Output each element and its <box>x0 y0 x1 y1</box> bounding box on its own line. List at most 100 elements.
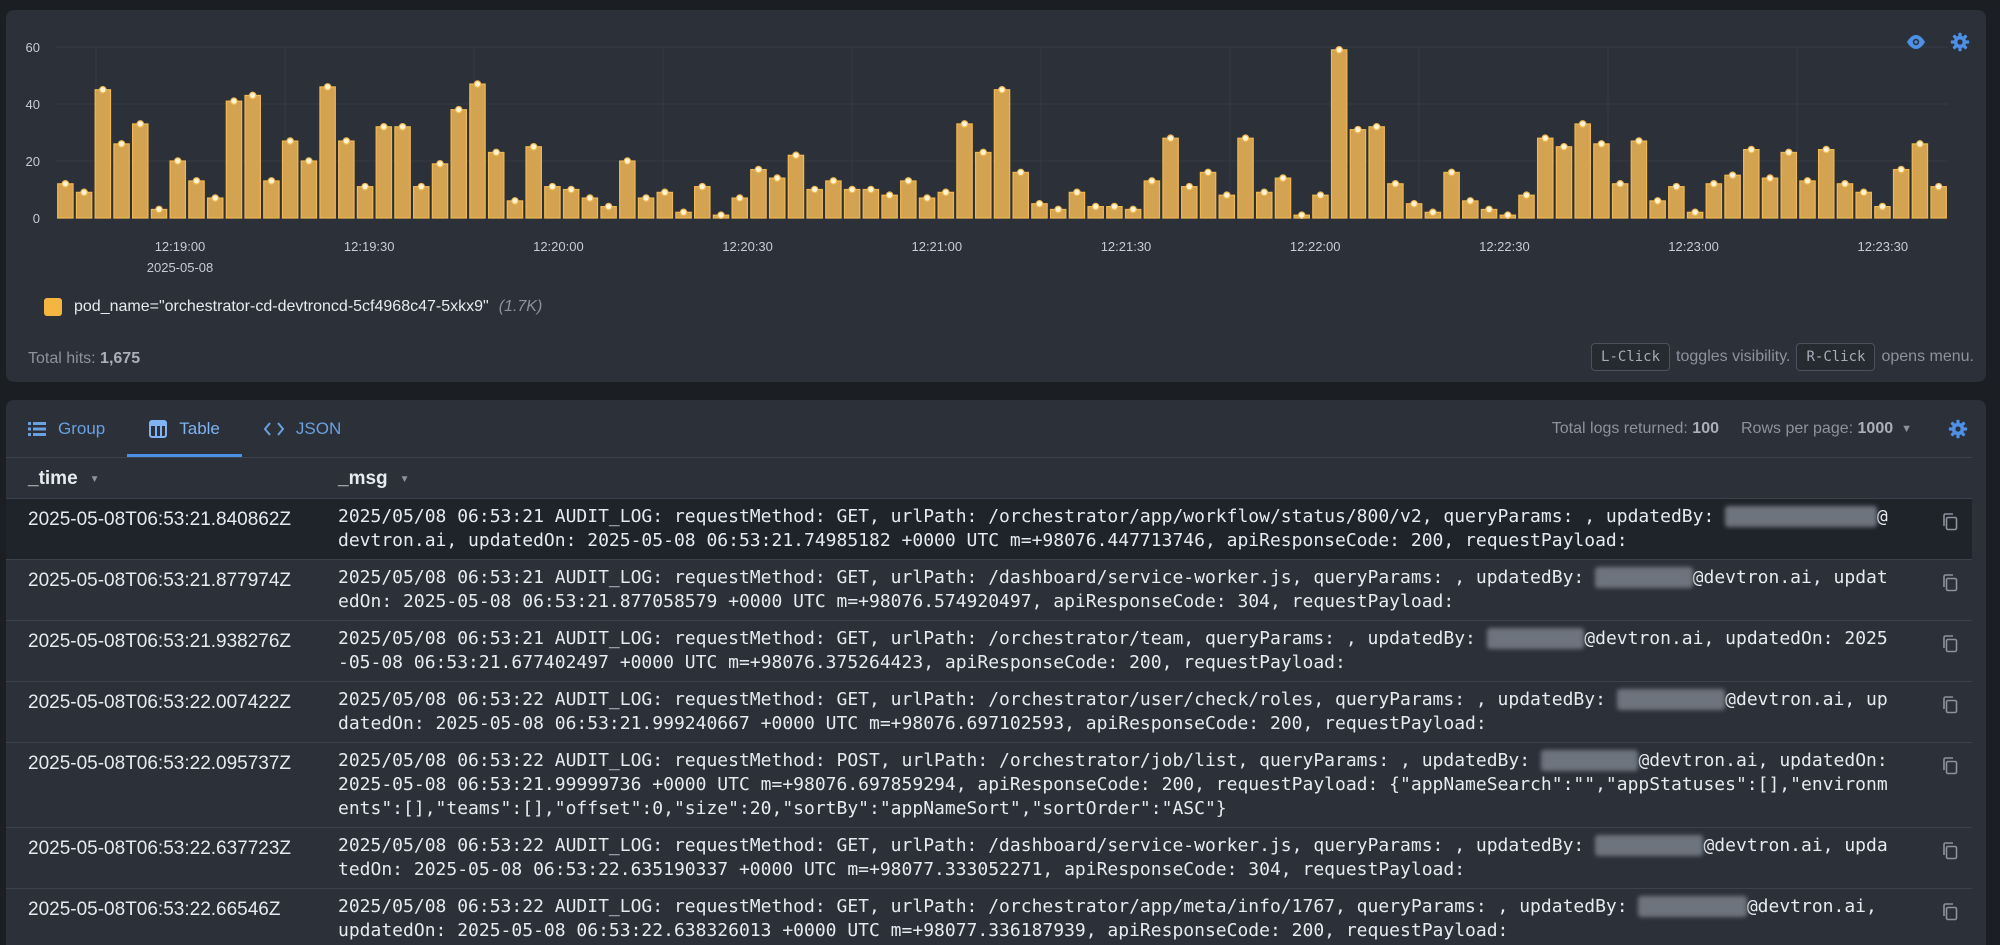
chart-point <box>342 137 351 145</box>
chart-point <box>679 208 688 217</box>
chart-point <box>1635 137 1643 145</box>
chart-point <box>1091 202 1100 211</box>
msg-text: 2025/05/08 06:53:21 AUDIT_LOG: requestMe… <box>338 506 1726 527</box>
chart-point <box>361 182 369 191</box>
redacted-user: xxxxxxx.xxxxxx <box>1725 506 1877 527</box>
copy-icon[interactable] <box>1942 842 1958 860</box>
chart-bar <box>1012 171 1030 219</box>
chart-point <box>1354 125 1362 134</box>
chart-point <box>567 185 575 194</box>
chart-bar <box>525 146 542 219</box>
chart-point <box>586 194 594 202</box>
msg-text: 2025/05/08 06:53:21 AUDIT_LOG: requestMe… <box>338 567 1596 588</box>
table-row[interactable]: 2025-05-08T06:53:22.007422Z 2025/05/08 06… <box>6 682 1972 743</box>
chart-bar <box>1593 143 1610 219</box>
chart-bar <box>544 186 561 219</box>
chart-bar <box>1743 149 1760 219</box>
chart-point <box>417 182 426 191</box>
chart-point <box>979 148 988 157</box>
chart-point <box>885 191 894 200</box>
eye-icon[interactable] <box>1904 30 1928 54</box>
copy-icon[interactable] <box>1942 903 1958 921</box>
chart-point <box>380 123 388 131</box>
cell-time: 2025-05-08T06:53:21.877974Z <box>28 570 292 591</box>
copy-icon[interactable] <box>1942 574 1958 592</box>
table-row[interactable]: 2025-05-08T06:53:21.938276Z 2025/05/08 06… <box>6 621 1972 682</box>
gear-icon[interactable] <box>1948 30 1972 54</box>
chart-point <box>1466 197 1475 205</box>
chart-point <box>454 105 463 114</box>
chart-bar <box>263 180 280 219</box>
tab-json[interactable]: JSON <box>242 400 363 457</box>
total-logs-label: Total logs returned: <box>1551 419 1688 437</box>
chart-bar <box>1892 168 1910 219</box>
rows-per-page-select[interactable]: Rows per page: 1000 ▼ <box>1741 420 1912 438</box>
chart-point <box>473 80 482 88</box>
chart-point <box>1035 199 1044 208</box>
chart-point <box>698 182 707 191</box>
chart-bar <box>113 143 130 219</box>
tab-table[interactable]: Table <box>127 400 242 457</box>
chart-legend[interactable]: pod_name="orchestrator-cd-devtroncd-5cf4… <box>44 298 542 316</box>
table-row[interactable]: 2025-05-08T06:53:22.66546Z 2025/05/08 06:… <box>6 889 1972 945</box>
table-row[interactable]: 2025-05-08T06:53:22.637723Z 2025/05/08 06… <box>6 828 1972 889</box>
chart-bar <box>1443 171 1460 219</box>
chart-point <box>1803 177 1812 185</box>
chart-point <box>1503 211 1512 219</box>
chart-bar <box>937 191 955 219</box>
chart-point <box>492 148 501 157</box>
chart-bar <box>1836 183 1854 219</box>
cell-time: 2025-05-08T06:53:22.095737Z <box>28 753 292 774</box>
chart-point <box>1241 134 1250 143</box>
chart-point <box>754 165 763 174</box>
table-row[interactable]: 2025-05-08T06:53:21.840862Z 2025/05/08 06… <box>6 499 1972 560</box>
chart-point <box>1616 180 1624 188</box>
chart-bar <box>843 188 861 219</box>
chart-point <box>829 177 838 185</box>
chart-point <box>1372 123 1381 131</box>
chart-point <box>436 160 444 168</box>
rclick-hint-text: opens menu. <box>1881 348 1974 365</box>
chart-point <box>548 182 557 191</box>
column-header-time[interactable]: _time ▼ <box>28 458 100 500</box>
chart-point <box>173 157 182 165</box>
table-row[interactable]: 2025-05-08T06:53:21.877974Z 2025/05/08 06… <box>6 560 1972 621</box>
table-settings-gear-icon[interactable] <box>1948 419 1968 439</box>
chart-bar <box>806 188 823 219</box>
column-header-msg[interactable]: _msg ▼ <box>338 458 410 500</box>
copy-icon[interactable] <box>1942 513 1958 531</box>
chart-bar <box>1930 186 1947 219</box>
chart-point <box>1110 202 1119 211</box>
chart-point <box>267 177 276 185</box>
chart-bar <box>1330 49 1348 219</box>
copy-icon[interactable] <box>1942 635 1958 653</box>
chart-hint: L-Click toggles visibility. R-Click open… <box>1591 343 1980 371</box>
chart-bar <box>768 177 786 219</box>
chart-bar <box>1237 137 1254 219</box>
logs-panel: Group Table JSON Total logs returned: 10… <box>6 400 1986 945</box>
chart-bar <box>825 180 842 219</box>
copy-icon[interactable] <box>1942 696 1958 714</box>
chart-point <box>1279 174 1287 182</box>
redacted-user: xxxxxxxxxx <box>1595 835 1704 856</box>
legend-swatch <box>44 298 62 316</box>
chart-bar <box>281 140 299 219</box>
chart-bar <box>750 168 767 219</box>
chart-point <box>1541 134 1550 143</box>
redacted-user: xxxxxxxxx <box>1540 750 1639 771</box>
x-tick-label: 12:19:30 <box>344 239 395 254</box>
table-row[interactable]: 2025-05-08T06:53:22.095737Z 2025/05/08 06… <box>6 743 1972 828</box>
chart-point <box>529 142 538 151</box>
chart-bar <box>169 160 187 219</box>
copy-icon[interactable] <box>1942 757 1958 775</box>
chart-bar <box>1855 191 1872 219</box>
list-icon <box>28 421 46 437</box>
tab-group[interactable]: Group <box>6 400 127 457</box>
chart-point <box>1485 205 1493 214</box>
chart-bar <box>1162 137 1179 219</box>
chart-bar <box>900 180 917 219</box>
chart-bar <box>974 151 992 219</box>
chart-point <box>61 180 70 188</box>
cell-msg: 2025/05/08 06:53:22 AUDIT_LOG: requestMe… <box>338 828 1972 888</box>
hits-bar-chart: 0 20 40 60 12:19:00 12:19:30 12:20:00 12:20:30 1… <box>26 40 1948 275</box>
